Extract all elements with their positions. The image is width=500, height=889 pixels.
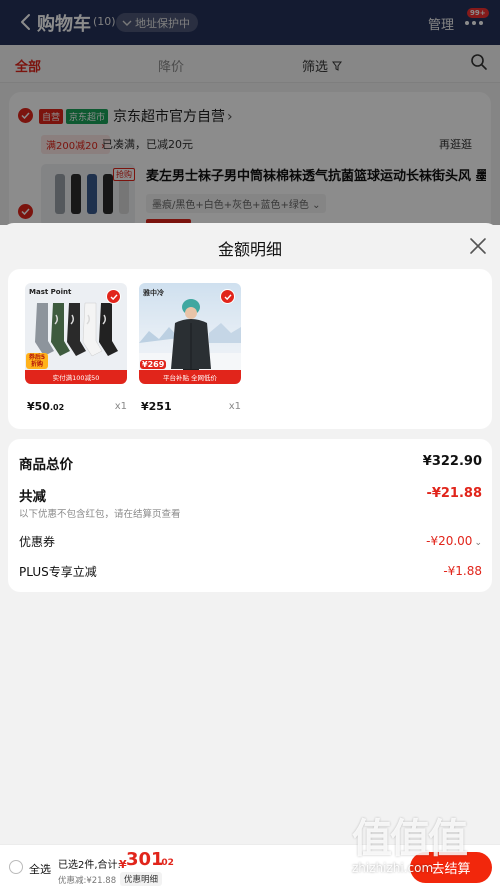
checkout-button[interactable]: 去结算 bbox=[410, 852, 492, 883]
price-integer: ¥50 bbox=[27, 400, 50, 413]
price-badge: ¥269 bbox=[140, 360, 167, 369]
sheet-title: 金额明细 bbox=[217, 240, 282, 259]
product-price: ¥251 bbox=[141, 400, 172, 413]
product-image: 雅中冷 ¥269 平台补贴 全网低价 bbox=[139, 283, 241, 384]
total-reduce-label: 共减 bbox=[19, 489, 46, 505]
plus-discount-value: -¥1.88 bbox=[443, 564, 482, 578]
checkmark-icon bbox=[224, 293, 232, 300]
selected-count-text: 已选2件,合计: bbox=[58, 860, 121, 871]
coupon-label: 优惠券 bbox=[19, 535, 56, 549]
plus-discount-label: PLUS专享立减 bbox=[19, 565, 97, 579]
total-amount-decimal: .02 bbox=[158, 858, 174, 868]
product-quantity: x1 bbox=[114, 401, 127, 412]
checkmark-icon bbox=[110, 293, 118, 300]
product-item[interactable]: 雅中冷 ¥269 平台补贴 全网低价 ¥251 x1 bbox=[139, 283, 241, 413]
product-selected-check[interactable] bbox=[106, 289, 121, 304]
price-decimal: .02 bbox=[49, 403, 65, 412]
coupon-value-row[interactable]: -¥20.00 ⌄ bbox=[426, 534, 482, 548]
amount-detail-sheet: 金额明细 Mast Point 券后5折购 实付满100减50 ¥50.02 x… bbox=[0, 223, 500, 889]
select-all-radio[interactable] bbox=[9, 860, 23, 874]
product-price: ¥50.02 bbox=[27, 400, 64, 413]
product-image: Mast Point 券后5折购 实付满100减50 bbox=[25, 283, 127, 384]
promo-banner: 平台补贴 全网低价 bbox=[139, 370, 241, 384]
select-all-label[interactable]: 全选 bbox=[29, 861, 51, 877]
discount-amount-text: 优惠减:¥21.88 bbox=[58, 876, 117, 886]
selected-products-card: Mast Point 券后5折购 实付满100减50 ¥50.02 x1 雅中冷… bbox=[8, 269, 492, 429]
coupon-value: -¥20.00 bbox=[426, 534, 473, 548]
chevron-down-icon: ⌄ bbox=[474, 538, 482, 548]
total-reduce-value: -¥21.88 bbox=[426, 486, 482, 501]
reduce-note: 以下优惠不包含红包，请在结算页查看 bbox=[19, 509, 181, 520]
product-selected-check[interactable] bbox=[220, 289, 235, 304]
checkout-bar: 全选 已选2件,合计: ¥ 301 .02 优惠减:¥21.88 优惠明细 去结… bbox=[0, 844, 500, 889]
product-quantity: x1 bbox=[228, 401, 241, 412]
product-item[interactable]: Mast Point 券后5折购 实付满100减50 ¥50.02 x1 bbox=[25, 283, 127, 413]
price-integer: ¥251 bbox=[141, 400, 172, 413]
discount-detail-button[interactable]: 优惠明细 bbox=[120, 872, 163, 886]
total-price-value: ¥322.90 bbox=[422, 454, 482, 469]
amount-summary-card: 商品总价 ¥322.90 共减 -¥21.88 以下优惠不包含红包，请在结算页查… bbox=[8, 439, 492, 592]
promo-banner: 实付满100减50 bbox=[25, 370, 127, 384]
close-icon[interactable] bbox=[469, 237, 487, 255]
discount-badge: 券后5折购 bbox=[26, 353, 48, 369]
modal-overlay[interactable] bbox=[0, 0, 500, 225]
total-price-label: 商品总价 bbox=[19, 457, 73, 473]
